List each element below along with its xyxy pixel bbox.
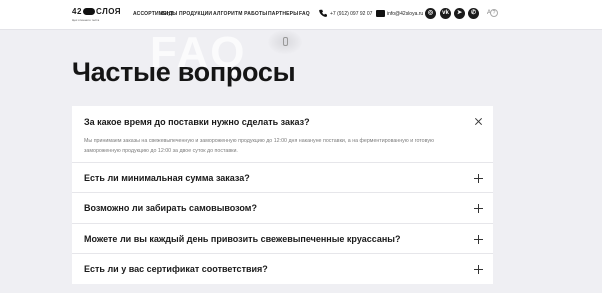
plus-icon[interactable] — [474, 235, 483, 244]
faq-question[interactable]: Можете ли вы каждый день привозить свеже… — [72, 224, 493, 244]
logo-tagline: Цех слоеного теста — [72, 18, 100, 22]
faq-question[interactable]: Есть ли у вас сертификат соответствия? — [72, 254, 493, 274]
plus-icon[interactable] — [474, 204, 483, 213]
instagram-icon[interactable]: ◎ — [425, 8, 436, 19]
logo-word: СЛОЯ — [96, 7, 122, 16]
telegram-icon[interactable]: ➤ — [454, 8, 465, 19]
faq-item-open: За какое время до поставки нужно сделать… — [72, 106, 493, 163]
scroll-icon — [283, 37, 288, 46]
faq-item[interactable]: Есть ли минимальная сумма заказа? — [72, 163, 493, 193]
help-icon[interactable]: ? — [490, 9, 498, 17]
faq-list: За какое время до поставки нужно сделать… — [72, 106, 493, 284]
nav-work-algorithm[interactable]: АЛГОРИТМ РАБОТЫ — [213, 11, 267, 17]
whatsapp-icon[interactable]: ✆ — [468, 8, 479, 19]
phone-link[interactable]: +7 (912) 097 92 07 — [330, 11, 372, 17]
faq-question[interactable]: Есть ли минимальная сумма заказа? — [72, 163, 493, 183]
email-link[interactable]: info@42sloya.ru — [387, 11, 423, 17]
nav-faq[interactable]: FAQ — [299, 11, 310, 17]
close-icon[interactable] — [474, 117, 483, 126]
faq-answer: Мы принимаем заказы на свежевыпеченную и… — [84, 138, 434, 154]
faq-question[interactable]: Возможно ли забирать самовывозом? — [72, 193, 493, 213]
nav-product-types[interactable]: ВИДЫ ПРОДУКЦИИ — [161, 11, 212, 17]
mail-icon — [376, 10, 385, 17]
plus-icon[interactable] — [474, 265, 483, 274]
faq-item[interactable]: Возможно ли забирать самовывозом? — [72, 193, 493, 224]
logo-mark — [83, 8, 95, 15]
plus-icon[interactable] — [474, 174, 483, 183]
faq-item[interactable]: Есть ли у вас сертификат соответствия? — [72, 254, 493, 284]
logo[interactable]: 42 СЛОЯ Цех слоеного теста — [72, 7, 122, 25]
logo-number: 42 — [72, 7, 82, 16]
nav-partners[interactable]: ПАРТНЕРЫ — [268, 11, 298, 17]
site-header: 42 СЛОЯ Цех слоеного теста АССОРТИМЕНТ В… — [0, 0, 602, 30]
faq-question[interactable]: За какое время до поставки нужно сделать… — [72, 106, 493, 127]
faq-item[interactable]: Можете ли вы каждый день привозить свеже… — [72, 224, 493, 254]
phone-icon — [319, 9, 327, 17]
page-title: Частые вопросы — [72, 57, 296, 87]
vk-icon[interactable]: vk — [440, 8, 451, 19]
